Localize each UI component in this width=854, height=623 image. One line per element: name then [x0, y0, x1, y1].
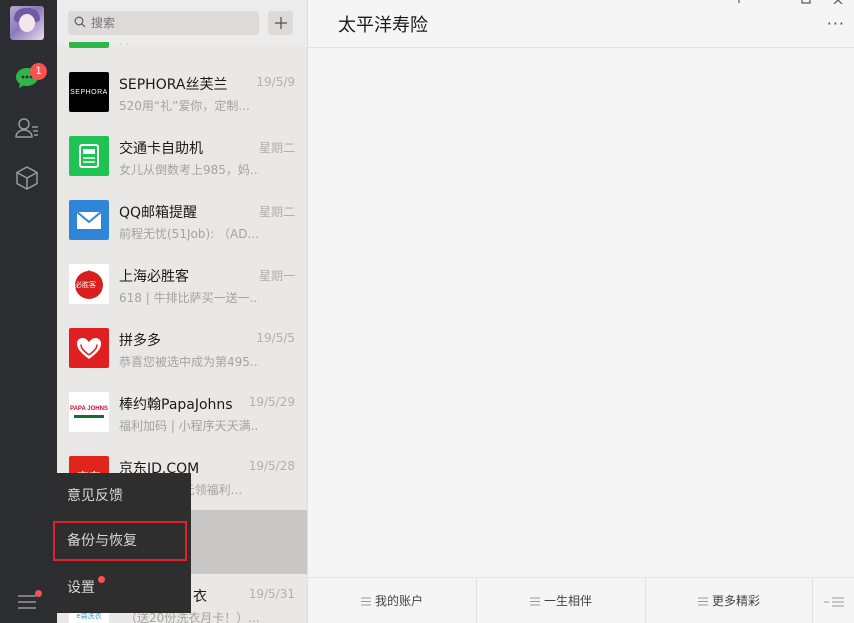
settings-menu-item[interactable]: 设置: [57, 568, 191, 608]
sephora-logo-icon: SEPHORA: [69, 72, 109, 112]
plus-icon: [274, 17, 287, 29]
contacts-icon: [15, 118, 38, 138]
menu-my-account[interactable]: 我的账户: [308, 578, 476, 623]
contacts-nav-button[interactable]: [13, 114, 41, 142]
menu-more[interactable]: 更多精彩: [646, 578, 812, 623]
chat-preview: 前程无忧(51Job): （AD...: [119, 227, 259, 241]
settings-popup-menu: 意见反馈 备份与恢复 设置: [53, 473, 191, 613]
chat-item-sephora[interactable]: SEPHORA SEPHORA丝芙兰 19/5/9 520用“礼”爱你，定制..…: [57, 62, 307, 126]
chat-time: 19/5/28: [248, 459, 295, 473]
chat-time: 星期二: [258, 141, 295, 155]
partial-item-icon: [69, 42, 109, 48]
avatar-face: [19, 14, 35, 32]
chat-preview: 福利加码 | 小程序天天满...: [119, 419, 259, 433]
chat-item-transit-card[interactable]: 交通卡自助机 星期二 女儿从倒数考上985，妈...: [57, 126, 307, 190]
add-chat-button[interactable]: [268, 11, 293, 35]
transit-card-icon: [69, 136, 109, 176]
hamburger-menu-icon: [18, 595, 36, 609]
chat-preview: 520用“礼”爱你，定制...: [119, 99, 250, 113]
search-box[interactable]: [68, 11, 259, 35]
chat-preview: 618 | 牛排比萨买一送一...: [119, 291, 259, 305]
search-icon: [74, 16, 86, 28]
more-options-button[interactable]: ···: [827, 14, 845, 33]
chat-time: 19/5/29: [248, 395, 295, 409]
chat-item-papa-johns[interactable]: PAPA JOHNS 棒约翰PapaJohns 19/5/29 福利加码 | 小…: [57, 382, 307, 446]
avatar[interactable]: [10, 6, 44, 40]
chat-item-pizza-hut[interactable]: 必胜客 上海必胜客 星期一 618 | 牛排比萨买一送一...: [57, 254, 307, 318]
partial-item-text: · ·: [119, 40, 129, 51]
maximize-icon[interactable]: [801, 0, 811, 4]
chat-time: 星期二: [258, 205, 295, 219]
chat-time: 19/5/9: [256, 75, 295, 89]
official-account-menu: 我的账户 一生相伴 更多精彩: [308, 577, 854, 623]
chat-name: QQ邮箱提醒: [119, 205, 198, 221]
search-bar: [57, 0, 307, 46]
feedback-menu-item[interactable]: 意见反馈: [57, 476, 191, 516]
chat-name: 上海必胜客: [119, 269, 189, 285]
mail-envelope-icon: [69, 200, 109, 240]
chat-name: 衣: [193, 589, 207, 605]
menu-lifelong[interactable]: 一生相伴: [477, 578, 645, 623]
unread-badge: 1: [30, 63, 47, 80]
search-input[interactable]: [91, 13, 251, 33]
menu-label: 我的账户: [374, 594, 423, 608]
chat-time: 星期一: [258, 269, 295, 283]
backup-restore-menu-item[interactable]: 备份与恢复: [53, 521, 187, 561]
chat-name: 交通卡自助机: [119, 141, 203, 157]
pinduoduo-logo-icon: [69, 328, 109, 368]
chat-preview: 恭喜您被选中成为第495...: [119, 355, 259, 369]
conversation-title: 太平洋寿险: [338, 15, 428, 36]
menu-lines-icon: [697, 597, 708, 606]
papa-johns-logo-icon: PAPA JOHNS: [69, 392, 109, 432]
chat-preview: 女儿从倒数考上985，妈...: [119, 163, 259, 177]
pin-icon[interactable]: [733, 0, 745, 4]
menu-lines-icon: [529, 597, 540, 606]
chat-name: 棒约翰PapaJohns: [119, 397, 233, 413]
menu-notification-dot: [35, 590, 42, 597]
menu-lines-icon: [360, 597, 371, 606]
conversation-panel: 太平洋寿险 ··· 我的账户 一生相伴 更多精彩: [307, 0, 854, 623]
wechat-window: 1 搜索 · · SEPHORA SEPHORA丝芙兰 19/5/9 520用“…: [0, 0, 854, 623]
pizza-hut-logo-icon: 必胜客: [69, 264, 109, 304]
chat-name: SEPHORA丝芙兰: [119, 77, 228, 93]
chat-name: 拼多多: [119, 333, 161, 349]
chat-time: 19/5/31: [248, 587, 295, 601]
switch-to-keyboard-button[interactable]: [813, 578, 854, 623]
left-navbar: 1: [0, 0, 57, 623]
conversation-header: 太平洋寿险 ···: [308, 0, 854, 48]
chat-item-pinduoduo[interactable]: 拼多多 19/5/5 恭喜您被选中成为第495...: [57, 318, 307, 382]
menu-label: 更多精彩: [711, 594, 760, 608]
chat-item-qq-mail[interactable]: QQ邮箱提醒 星期二 前程无忧(51Job): （AD...: [57, 190, 307, 254]
chat-time: 19/5/5: [256, 331, 295, 345]
menu-label: 一生相伴: [543, 594, 592, 608]
cube-icon: [16, 166, 38, 190]
close-icon[interactable]: [833, 0, 843, 4]
keyboard-switch-icon: [824, 597, 844, 606]
favorites-nav-button[interactable]: [13, 164, 41, 192]
settings-notification-dot: [98, 576, 105, 583]
